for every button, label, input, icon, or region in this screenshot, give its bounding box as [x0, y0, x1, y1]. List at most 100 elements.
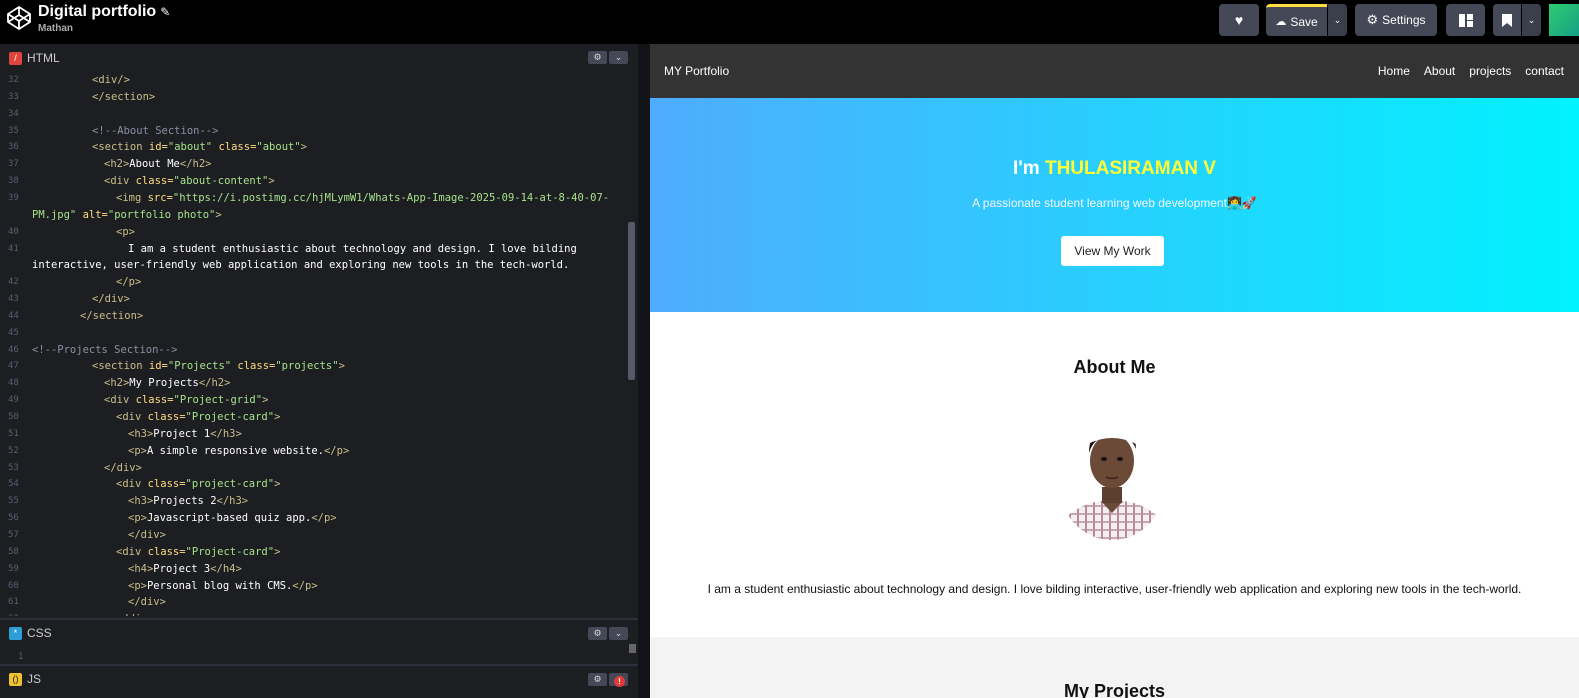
code-token: </section>: [80, 309, 144, 322]
change-view-button[interactable]: [1446, 4, 1485, 36]
code-line[interactable]: 32 <div/>: [0, 72, 628, 89]
about-heading: About Me: [1073, 357, 1156, 377]
code-line[interactable]: 36 <section id="about" class="about">: [0, 139, 628, 156]
code-line[interactable]: 33 </section>: [0, 89, 628, 106]
code-line[interactable]: 54 <div class="project-card">: [0, 476, 628, 493]
code-token: Personal blog with CMS.: [146, 579, 293, 592]
js-pane-label: JS: [27, 672, 42, 686]
code-line[interactable]: 48 <h2>My Projects</h2>: [0, 375, 628, 392]
code-text: <h3>Project 1</h3>: [128, 426, 242, 443]
codepen-logo-icon[interactable]: [6, 5, 32, 31]
code-text: interactive, user-friendly web applicati…: [32, 257, 569, 274]
code-text: </section>: [80, 308, 143, 325]
view-my-work-button[interactable]: View My Work: [1061, 236, 1164, 266]
line-number: 53: [8, 462, 19, 473]
code-line[interactable]: 37 <h2>About Me</h2>: [0, 156, 628, 173]
line-number: 34: [8, 108, 19, 119]
code-line[interactable]: 58 <div class="Project-card">: [0, 544, 628, 561]
code-token: >: [262, 394, 269, 407]
code-line[interactable]: 62 </div>: [0, 611, 628, 616]
code-text: </div>: [128, 594, 166, 611]
code-token: class=: [135, 175, 174, 188]
code-line[interactable]: 35 <!--About Section-->: [0, 123, 628, 140]
code-line[interactable]: 57 </div>: [0, 527, 628, 544]
code-line[interactable]: 55 <h3>Projects 2</h3>: [0, 493, 628, 510]
line-number: 51: [8, 428, 19, 439]
code-line[interactable]: 34: [0, 106, 628, 123]
code-scrollbar[interactable]: [628, 222, 635, 380]
code-line[interactable]: PM.jpg" alt="portfolio photo">: [0, 207, 628, 224]
code-line[interactable]: 59 <h4>Project 3</h4>: [0, 561, 628, 578]
html-pane-header[interactable]: / HTML ⚙ ⌄: [0, 44, 638, 72]
gear-icon[interactable]: ⚙: [588, 673, 607, 686]
code-text: <div class="Project-card">: [116, 409, 280, 426]
code-line[interactable]: 50 <div class="Project-card">: [0, 409, 628, 426]
resize-handle[interactable]: [638, 44, 650, 698]
code-line[interactable]: 42 </p>: [0, 274, 628, 291]
code-text: <div class="project-card">: [116, 476, 280, 493]
heart-button[interactable]: ♥: [1219, 4, 1259, 36]
nav-link-contact[interactable]: contact: [1525, 64, 1564, 78]
code-line[interactable]: 43 </div>: [0, 291, 628, 308]
code-line[interactable]: 45: [0, 325, 628, 342]
user-avatar[interactable]: [1549, 4, 1579, 36]
code-text: <h3>Projects 2</h3>: [128, 493, 248, 510]
line-number: 56: [8, 513, 19, 524]
code-text: <section id="Projects" class="projects">: [92, 358, 345, 375]
code-token: "about-content": [173, 175, 269, 188]
settings-button[interactable]: ⚙ Settings: [1355, 4, 1437, 36]
about-text: I am a student enthusiastic about techno…: [707, 582, 1522, 596]
code-line[interactable]: 49 <div class="Project-grid">: [0, 392, 628, 409]
code-token: </p>: [292, 579, 318, 592]
html-code-editor[interactable]: 32 <div/> 33 </section> 34 35 <!--About Sectio…: [0, 72, 628, 616]
code-line[interactable]: 38 <div class="about-content">: [0, 173, 628, 190]
code-line[interactable]: 47 <section id="Projects" class="projects…: [0, 358, 628, 375]
author-name[interactable]: Mathan: [38, 23, 170, 34]
chevron-down-icon[interactable]: ⌄: [609, 627, 628, 640]
code-token: "portfolio photo": [107, 208, 216, 221]
code-token: >: [338, 360, 345, 373]
save-options-button[interactable]: ⌄: [1328, 4, 1347, 36]
code-token: class=: [212, 141, 257, 154]
code-text: </div>: [92, 291, 130, 308]
css-scrollbar[interactable]: [629, 644, 636, 653]
bookmark-button[interactable]: [1493, 4, 1521, 36]
code-line[interactable]: 61 </div>: [0, 594, 628, 611]
code-token: <div/>: [92, 74, 130, 86]
nav-link-home[interactable]: Home: [1378, 64, 1410, 78]
line-number: 54: [8, 479, 19, 490]
code-line[interactable]: interactive, user-friendly web applicati…: [0, 257, 628, 274]
error-badge[interactable]: !: [614, 676, 625, 687]
html-icon: /: [9, 51, 22, 65]
bookmark-options-button[interactable]: ⌄: [1522, 4, 1541, 36]
code-token: <h2>: [104, 158, 130, 171]
nav-link-projects[interactable]: projects: [1469, 64, 1511, 78]
code-line[interactable]: 51 <h3>Project 1</h3>: [0, 426, 628, 443]
css-pane-controls: ⚙ ⌄: [588, 627, 628, 640]
code-token: >: [274, 478, 281, 491]
gear-icon[interactable]: ⚙: [588, 627, 607, 640]
chevron-down-icon[interactable]: ⌄: [609, 51, 628, 64]
code-line[interactable]: 41 I am a student enthusiastic about tech…: [0, 241, 628, 258]
code-line[interactable]: 46 <!--Projects Section-->: [0, 342, 628, 359]
line-number: 62: [0, 611, 26, 616]
code-line[interactable]: 60 <p>Personal blog with CMS.</p>: [0, 578, 628, 595]
code-line[interactable]: 53 </div>: [0, 460, 628, 477]
nav-link-about[interactable]: About: [1424, 64, 1455, 78]
code-line[interactable]: 40 <p>: [0, 224, 628, 241]
code-token: </p>: [311, 512, 337, 525]
save-button[interactable]: ☁ Save: [1266, 4, 1327, 36]
pencil-icon[interactable]: ✎: [160, 5, 170, 19]
code-line[interactable]: 52 <p>A simple responsive website.</p>: [0, 443, 628, 460]
code-text: <!--About Section-->: [92, 123, 218, 140]
gear-icon[interactable]: ⚙: [588, 51, 607, 64]
css-pane-header[interactable]: * CSS ⚙ ⌄: [0, 618, 638, 646]
line-number: 45: [8, 327, 19, 338]
pen-title[interactable]: Digital portfolio: [38, 3, 156, 20]
js-pane-header[interactable]: () JS ⚙ ⌄: [0, 664, 638, 692]
code-token: <h2>: [104, 377, 130, 390]
code-line[interactable]: 44 </section>: [0, 308, 628, 325]
code-line[interactable]: 39 <img src="https://i.postimg.cc/hjMLymW…: [0, 190, 628, 207]
code-line[interactable]: 56 <p>Javascript-based quiz app.</p>: [0, 510, 628, 527]
code-text: </div>: [116, 611, 154, 616]
